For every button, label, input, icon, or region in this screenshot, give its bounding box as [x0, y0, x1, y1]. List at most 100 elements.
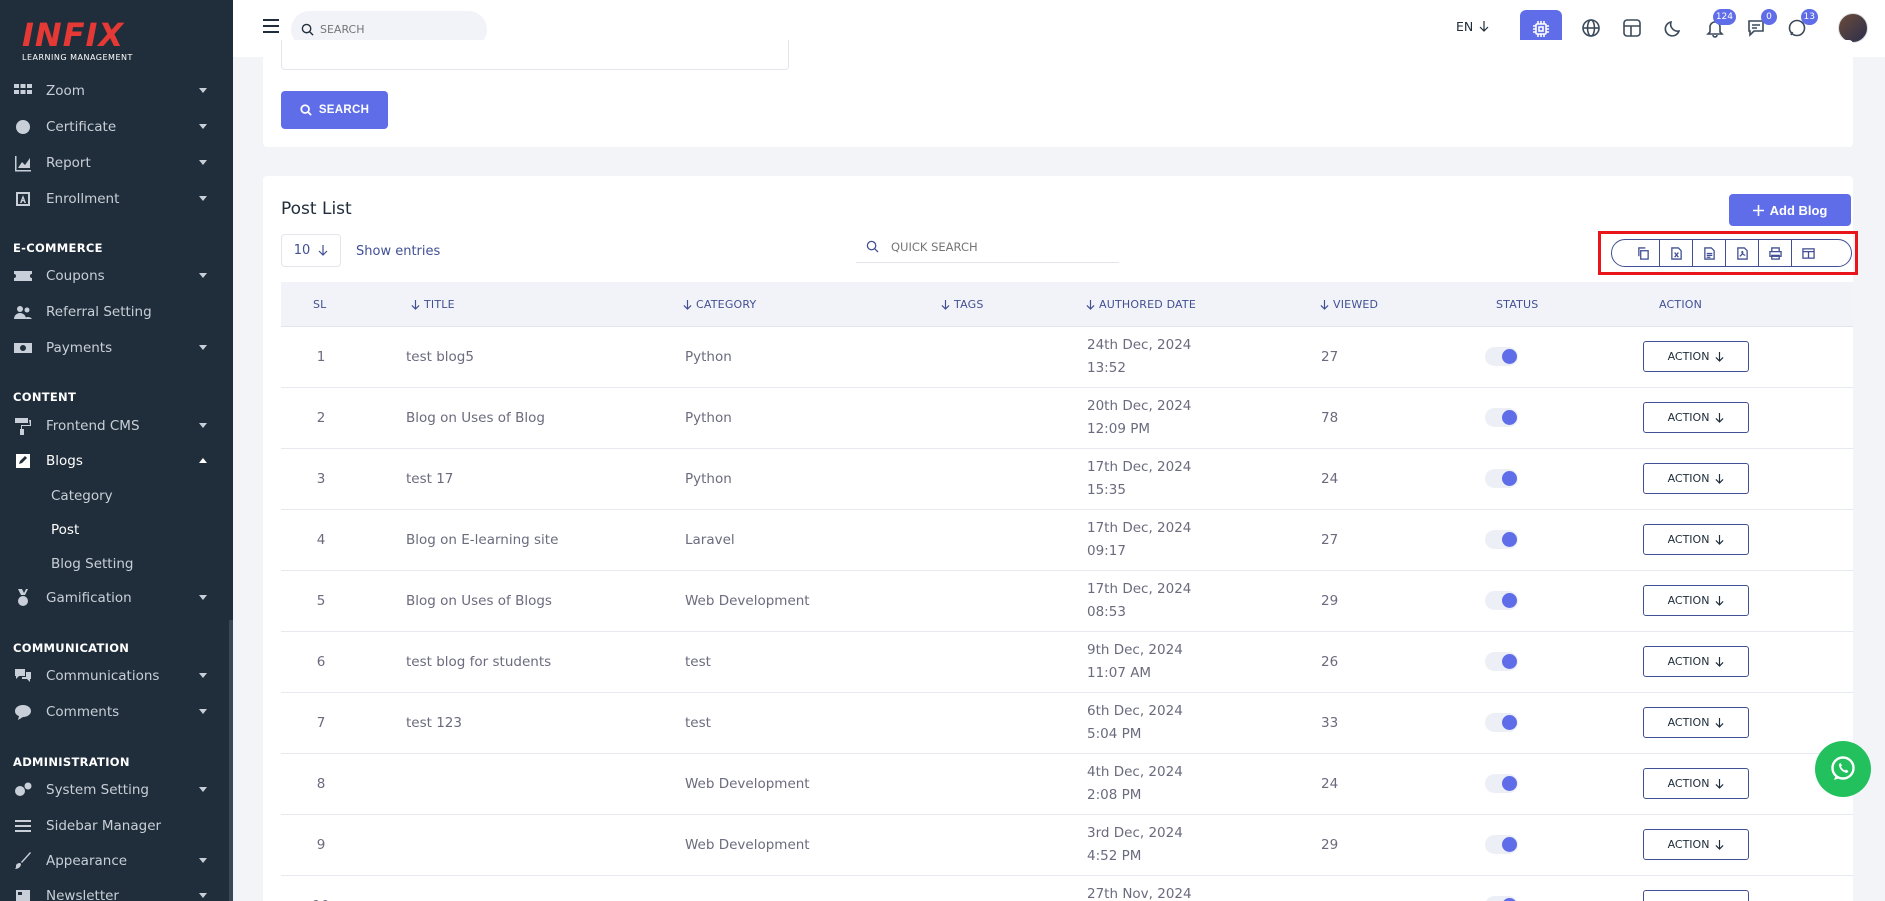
sidebar-item-referral-setting[interactable]: Referral Setting	[0, 294, 229, 330]
quick-search-input[interactable]	[891, 239, 1091, 254]
status-toggle[interactable]	[1485, 835, 1518, 854]
pdf-icon	[1736, 246, 1748, 260]
toggle-knob	[1502, 532, 1517, 547]
sidebar-subitem-category[interactable]: Category	[51, 488, 113, 504]
sidebar-item-system-setting[interactable]: System Setting	[0, 772, 229, 808]
column-viewed[interactable]: VIEWED	[1320, 298, 1378, 311]
ticket-icon	[12, 267, 34, 285]
row-title: test 17	[406, 471, 454, 487]
action-label: ACTION	[1667, 655, 1710, 668]
sidebar-item-enrollment[interactable]: Enrollment	[0, 181, 229, 217]
sidebar-item-appearance[interactable]: Appearance	[0, 843, 229, 879]
avatar[interactable]	[1838, 13, 1868, 43]
whatsapp-icon[interactable]: 13	[1782, 9, 1818, 43]
search-button[interactable]: SEARCH	[281, 91, 388, 129]
column-tags[interactable]: TAGS	[941, 298, 984, 311]
bell-icon[interactable]: 124	[1700, 9, 1736, 43]
row-viewed: 24	[1321, 471, 1339, 487]
columns-button[interactable]	[1792, 240, 1825, 266]
action-dropdown-button[interactable]: ACTION	[1643, 829, 1749, 860]
app-logo[interactable]: INFIX LEARNING MANAGEMENT	[22, 18, 133, 62]
status-toggle[interactable]	[1485, 408, 1518, 427]
action-dropdown-button[interactable]: ACTION	[1643, 646, 1749, 677]
status-toggle[interactable]	[1485, 896, 1518, 901]
layout-icon[interactable]	[1617, 13, 1647, 43]
quick-search-box[interactable]	[856, 231, 1119, 263]
pdf-button[interactable]	[1726, 240, 1759, 266]
sidebar-item-zoom[interactable]: Zoom	[0, 73, 229, 109]
action-dropdown-button[interactable]: ACTION	[1643, 707, 1749, 738]
moon-icon[interactable]	[1659, 13, 1689, 43]
sidebar-subitem-post[interactable]: Post	[51, 522, 79, 538]
sort-arrow-icon	[1320, 299, 1329, 310]
sort-arrow-icon	[683, 299, 692, 310]
column-authored-date[interactable]: AUTHORED DATE	[1086, 298, 1196, 311]
search-input[interactable]	[320, 23, 470, 36]
whatsapp-chat-button[interactable]	[1815, 741, 1871, 797]
sidebar-item-frontend-cms[interactable]: Frontend CMS	[0, 408, 229, 444]
sidebar-item-label: Appearance	[46, 853, 128, 869]
sidebar-subitem-blog-setting[interactable]: Blog Setting	[51, 556, 133, 572]
action-dropdown-button[interactable]: ACTION	[1643, 524, 1749, 555]
chevron-down-icon	[199, 787, 207, 792]
status-toggle[interactable]	[1485, 591, 1518, 610]
globe-icon[interactable]	[1576, 13, 1606, 43]
row-sl: 8	[316, 776, 326, 792]
action-dropdown-button[interactable]: ACTION	[1643, 402, 1749, 433]
add-blog-button[interactable]: Add Blog	[1729, 194, 1851, 226]
action-dropdown-button[interactable]: ACTION	[1643, 341, 1749, 372]
row-date: 24th Dec, 2024	[1087, 337, 1192, 353]
sidebar-scrollbar[interactable]	[229, 620, 233, 901]
row-authored-date: 4th Dec, 2024 2:08 PM	[1087, 761, 1183, 807]
sidebar-item-payments[interactable]: Payments	[0, 330, 229, 366]
csv-button[interactable]	[1693, 240, 1726, 266]
filter-input[interactable]	[281, 40, 789, 70]
sidebar-item-report[interactable]: Report	[0, 145, 229, 181]
sidebar-item-label: Certificate	[46, 119, 117, 135]
action-dropdown-button[interactable]: ACTION	[1643, 463, 1749, 494]
excel-button[interactable]	[1660, 240, 1693, 266]
chevron-down-icon	[199, 595, 207, 600]
status-toggle[interactable]	[1485, 347, 1518, 366]
language-selector[interactable]: EN	[1456, 19, 1489, 34]
status-toggle[interactable]	[1485, 774, 1518, 793]
sidebar-item-blogs[interactable]: Blogs	[0, 443, 229, 479]
action-dropdown-button[interactable]: ACTION	[1643, 890, 1749, 901]
action-dropdown-button[interactable]: ACTION	[1643, 768, 1749, 799]
entries-select[interactable]: 10	[281, 234, 341, 267]
row-date: 3rd Dec, 2024	[1087, 825, 1183, 841]
whatsapp-icon	[1831, 756, 1855, 780]
sidebar-item-label: System Setting	[46, 782, 149, 798]
copy-button[interactable]	[1627, 240, 1660, 266]
column-title[interactable]: TITLE	[411, 298, 455, 311]
sort-arrow-icon	[1086, 299, 1095, 310]
column-category[interactable]: CATEGORY	[683, 298, 756, 311]
status-toggle[interactable]	[1485, 713, 1518, 732]
menu-toggle-icon[interactable]	[263, 19, 279, 33]
action-dropdown-button[interactable]: ACTION	[1643, 585, 1749, 616]
status-toggle[interactable]	[1485, 652, 1518, 671]
sidebar-item-newsletter[interactable]: Newsletter	[0, 878, 229, 901]
row-time: 09:17	[1087, 543, 1126, 559]
column-status[interactable]: STATUS	[1496, 298, 1538, 311]
sidebar-item-coupons[interactable]: Coupons	[0, 258, 229, 294]
filter-card: SEARCH	[263, 40, 1853, 147]
column-action: ACTION	[1659, 298, 1702, 311]
sidebar-item-certificate[interactable]: Certificate	[0, 109, 229, 145]
sidebar-item-gamification[interactable]: Gamification	[0, 580, 229, 616]
sidebar-item-communications[interactable]: Communications	[0, 658, 229, 694]
column-label: CATEGORY	[696, 298, 757, 311]
arrow-down-icon	[1715, 595, 1724, 606]
print-button[interactable]	[1759, 240, 1792, 266]
sidebar-item-sidebar-manager[interactable]: Sidebar Manager	[0, 808, 229, 844]
sidebar-item-comments[interactable]: Comments	[0, 694, 229, 730]
message-icon[interactable]: 0	[1741, 9, 1777, 43]
row-category: Web Development	[685, 593, 810, 609]
row-viewed: 29	[1321, 837, 1339, 853]
column-sl[interactable]: SL	[313, 298, 327, 311]
row-category: Python	[685, 349, 732, 365]
status-toggle[interactable]	[1485, 469, 1518, 488]
status-toggle[interactable]	[1485, 530, 1518, 549]
row-sl: 4	[316, 532, 326, 548]
row-time: 5:04 PM	[1087, 726, 1142, 742]
